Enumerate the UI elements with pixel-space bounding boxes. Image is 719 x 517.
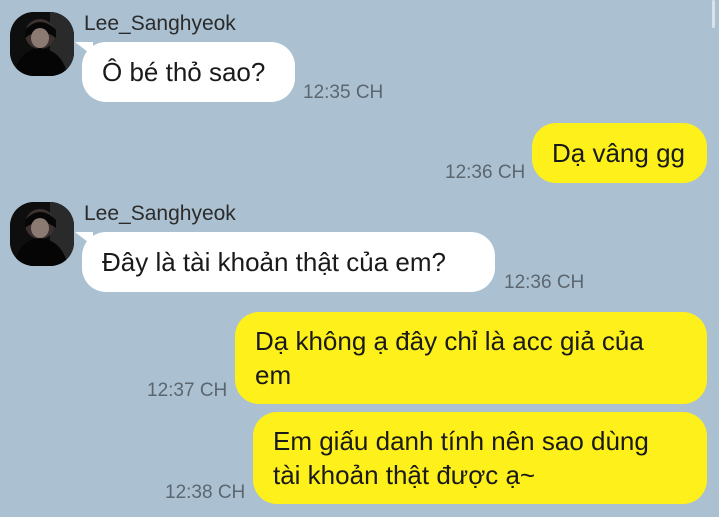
sender-name: Lee_Sanghyeok bbox=[84, 12, 236, 35]
scrollbar-thumb[interactable] bbox=[712, 0, 715, 28]
chat-view[interactable]: Lee_Sanghyeok Ô bé thỏ sao? 12:35 CH Dạ … bbox=[0, 0, 719, 517]
message-text-line: Dạ không ạ đây chỉ là acc giả của bbox=[255, 326, 644, 356]
message-time: 12:37 CH bbox=[147, 380, 228, 401]
message-text: Ô bé thỏ sao? bbox=[102, 57, 266, 87]
message-text: Dạ vâng gg bbox=[552, 138, 685, 168]
message-bubble-outgoing[interactable]: Dạ không ạ đây chỉ là acc giả của em bbox=[235, 312, 707, 404]
message-text-line: em bbox=[255, 360, 292, 390]
message-bubble-outgoing[interactable]: Em giấu danh tính nên sao dùng tài khoản… bbox=[253, 412, 707, 504]
avatar[interactable] bbox=[10, 12, 74, 76]
avatar[interactable] bbox=[10, 202, 74, 266]
message-text-line: Em giấu danh tính nên sao dùng bbox=[273, 426, 649, 456]
message-time: 12:36 CH bbox=[504, 272, 585, 293]
message-time: 12:35 CH bbox=[303, 82, 384, 103]
message-bubble-incoming[interactable]: Đây là tài khoản thật của em? bbox=[82, 232, 495, 292]
message-text-line: tài khoản thật được ạ~ bbox=[273, 460, 536, 490]
message-time: 12:38 CH bbox=[165, 482, 246, 503]
message-bubble-incoming[interactable]: Ô bé thỏ sao? bbox=[82, 42, 295, 102]
avatar-photo-icon bbox=[10, 202, 74, 266]
message-text: Đây là tài khoản thật của em? bbox=[102, 247, 446, 277]
message-time: 12:36 CH bbox=[445, 162, 526, 183]
sender-name: Lee_Sanghyeok bbox=[84, 202, 236, 225]
avatar-photo-icon bbox=[10, 12, 74, 76]
message-bubble-outgoing[interactable]: Dạ vâng gg bbox=[532, 123, 707, 183]
